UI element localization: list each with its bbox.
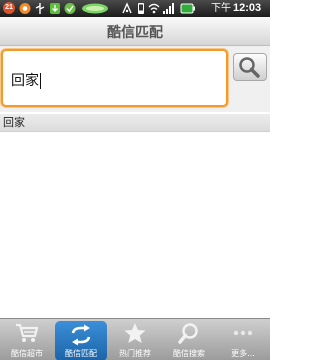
tab-more[interactable]: 更多... bbox=[216, 319, 270, 360]
signal-strength-icon bbox=[163, 3, 174, 14]
tab-label: 酷信匹配 bbox=[65, 349, 97, 358]
text-cursor bbox=[40, 73, 41, 89]
tab-cool-search[interactable]: 酷信搜索 bbox=[162, 319, 216, 360]
tab-hot-recommend[interactable]: 热门推荐 bbox=[108, 319, 162, 360]
title-bar: 酷信匹配 bbox=[0, 17, 270, 46]
tab-label: 酷信超市 bbox=[11, 349, 43, 358]
notification-count-badge: 21 bbox=[3, 2, 15, 14]
app-notification-icon bbox=[64, 3, 76, 14]
tab-label: 更多... bbox=[231, 349, 255, 358]
app-notification-icon bbox=[82, 3, 108, 14]
vibrate-icon bbox=[138, 3, 144, 14]
alarm-icon bbox=[122, 2, 132, 14]
wifi-icon bbox=[148, 3, 160, 14]
cart-icon bbox=[16, 323, 39, 342]
list-item[interactable]: 回家 bbox=[0, 114, 270, 132]
sync-arrows-icon bbox=[71, 324, 91, 346]
magnifier-icon bbox=[178, 323, 198, 344]
time-prefix: 下午 bbox=[211, 3, 231, 14]
bottom-tab-bar: 酷信超市 酷信匹配 热门推荐 酷信搜索 更多... bbox=[0, 318, 270, 360]
tab-cool-market[interactable]: 酷信超市 bbox=[0, 319, 54, 360]
status-bar: 21 下午 12:03 bbox=[0, 0, 270, 17]
search-area: 回家 bbox=[0, 46, 270, 112]
page-title: 酷信匹配 bbox=[107, 25, 163, 41]
more-dots-icon bbox=[233, 330, 253, 336]
tab-label: 热门推荐 bbox=[119, 349, 151, 358]
app-notification-icon bbox=[19, 3, 31, 14]
search-input-value: 回家 bbox=[11, 73, 39, 89]
clock-time: 12:03 bbox=[233, 2, 262, 14]
star-icon bbox=[124, 323, 146, 343]
search-icon bbox=[239, 57, 260, 78]
download-icon bbox=[50, 3, 60, 14]
usb-icon bbox=[35, 3, 45, 14]
battery-icon bbox=[180, 3, 195, 14]
search-button[interactable] bbox=[233, 53, 267, 81]
tab-cool-match[interactable]: 酷信匹配 bbox=[55, 321, 107, 360]
search-input[interactable]: 回家 bbox=[1, 49, 228, 107]
tab-label: 酷信搜索 bbox=[173, 349, 205, 358]
